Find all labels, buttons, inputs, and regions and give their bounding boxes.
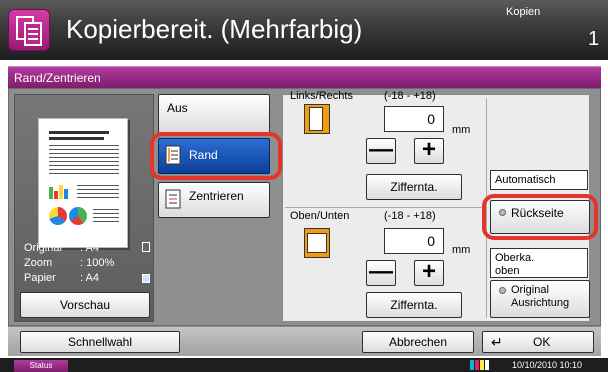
top-bottom-numpad-button[interactable]: Ziffernta.	[366, 292, 462, 318]
preview-thumbnail	[38, 118, 128, 248]
pie-chart-icon	[49, 207, 67, 225]
left-right-range: (-18 - +18)	[384, 90, 436, 102]
margin-off-button[interactable]: Aus	[158, 94, 270, 134]
mode-label: Kopien	[506, 6, 541, 18]
center-label: Zentrieren	[189, 189, 244, 203]
radio-dot-icon	[499, 287, 506, 294]
center-icon	[165, 189, 181, 209]
enter-icon: ↵	[491, 334, 503, 350]
top-edge-line2: oben	[495, 265, 520, 277]
top-edge-value: Oberka. oben	[490, 248, 588, 278]
left-right-plus-button[interactable]: +	[414, 138, 444, 164]
original-label: Original	[24, 242, 62, 254]
left-right-label: Links/Rechts	[290, 90, 353, 102]
ok-button[interactable]: ↵ OK	[482, 331, 594, 353]
left-right-unit: mm	[452, 124, 471, 136]
margin-off-label: Aus	[167, 101, 188, 115]
top-edge-line1: Oberka.	[495, 252, 535, 264]
preview-button[interactable]: Vorschau	[20, 292, 150, 318]
top-bottom-plus-button[interactable]: +	[414, 260, 444, 286]
left-right-value[interactable]: 0	[384, 106, 444, 132]
paper-tray-icon	[142, 274, 150, 283]
pie-chart-icon	[69, 207, 87, 225]
zoom-value: : 100%	[80, 257, 115, 269]
cancel-button[interactable]: Abbrechen	[362, 331, 474, 353]
original-orientation-button[interactable]: Original Ausrichtung	[490, 280, 590, 318]
toner-level-icon	[470, 360, 490, 370]
ok-label: OK	[533, 335, 551, 349]
center-button[interactable]: Zentrieren	[158, 182, 270, 218]
margin-icon	[165, 145, 181, 165]
top-bottom-label: Oben/Unten	[290, 210, 350, 222]
paper-label: Papier	[24, 272, 56, 284]
back-side-mode-value: Automatisch	[490, 170, 588, 190]
top-bottom-margin-icon	[304, 228, 330, 258]
back-side-label: Rückseite	[511, 206, 564, 220]
top-bottom-unit: mm	[452, 244, 471, 256]
page-portrait-icon	[142, 242, 150, 252]
orientation-line2: Ausrichtung	[511, 297, 570, 309]
left-right-numpad-button[interactable]: Ziffernta.	[366, 174, 462, 200]
top-bottom-minus-button[interactable]: —	[366, 260, 396, 286]
top-bottom-range: (-18 - +18)	[384, 210, 436, 222]
radio-dot-icon	[499, 209, 506, 216]
dialog-title-bar: Rand/Zentrieren	[8, 66, 601, 88]
original-value: : A4	[80, 242, 99, 254]
datetime: 10/10/2010 10:10	[512, 360, 583, 370]
zoom-label: Zoom	[24, 257, 53, 269]
quick-setup-button[interactable]: Schnellwahl	[20, 331, 180, 353]
copy-count: 1	[588, 28, 600, 50]
left-right-margin-icon	[304, 104, 330, 134]
paper-value: : A4	[80, 272, 99, 284]
orientation-line1: Original	[511, 284, 549, 296]
margin-button[interactable]: Rand	[158, 138, 270, 174]
copy-icon	[8, 9, 50, 51]
left-right-minus-button[interactable]: —	[366, 138, 396, 164]
page-title: Kopierbereit. (Mehrfarbig)	[66, 14, 363, 44]
status-button[interactable]: Status	[14, 360, 68, 372]
back-side-button[interactable]: Rückseite	[490, 200, 590, 234]
margin-label: Rand	[189, 148, 218, 162]
dialog-title: Rand/Zentrieren	[14, 71, 101, 85]
top-bottom-value[interactable]: 0	[384, 228, 444, 254]
divider	[285, 207, 485, 208]
bar-chart-icon	[49, 183, 71, 199]
